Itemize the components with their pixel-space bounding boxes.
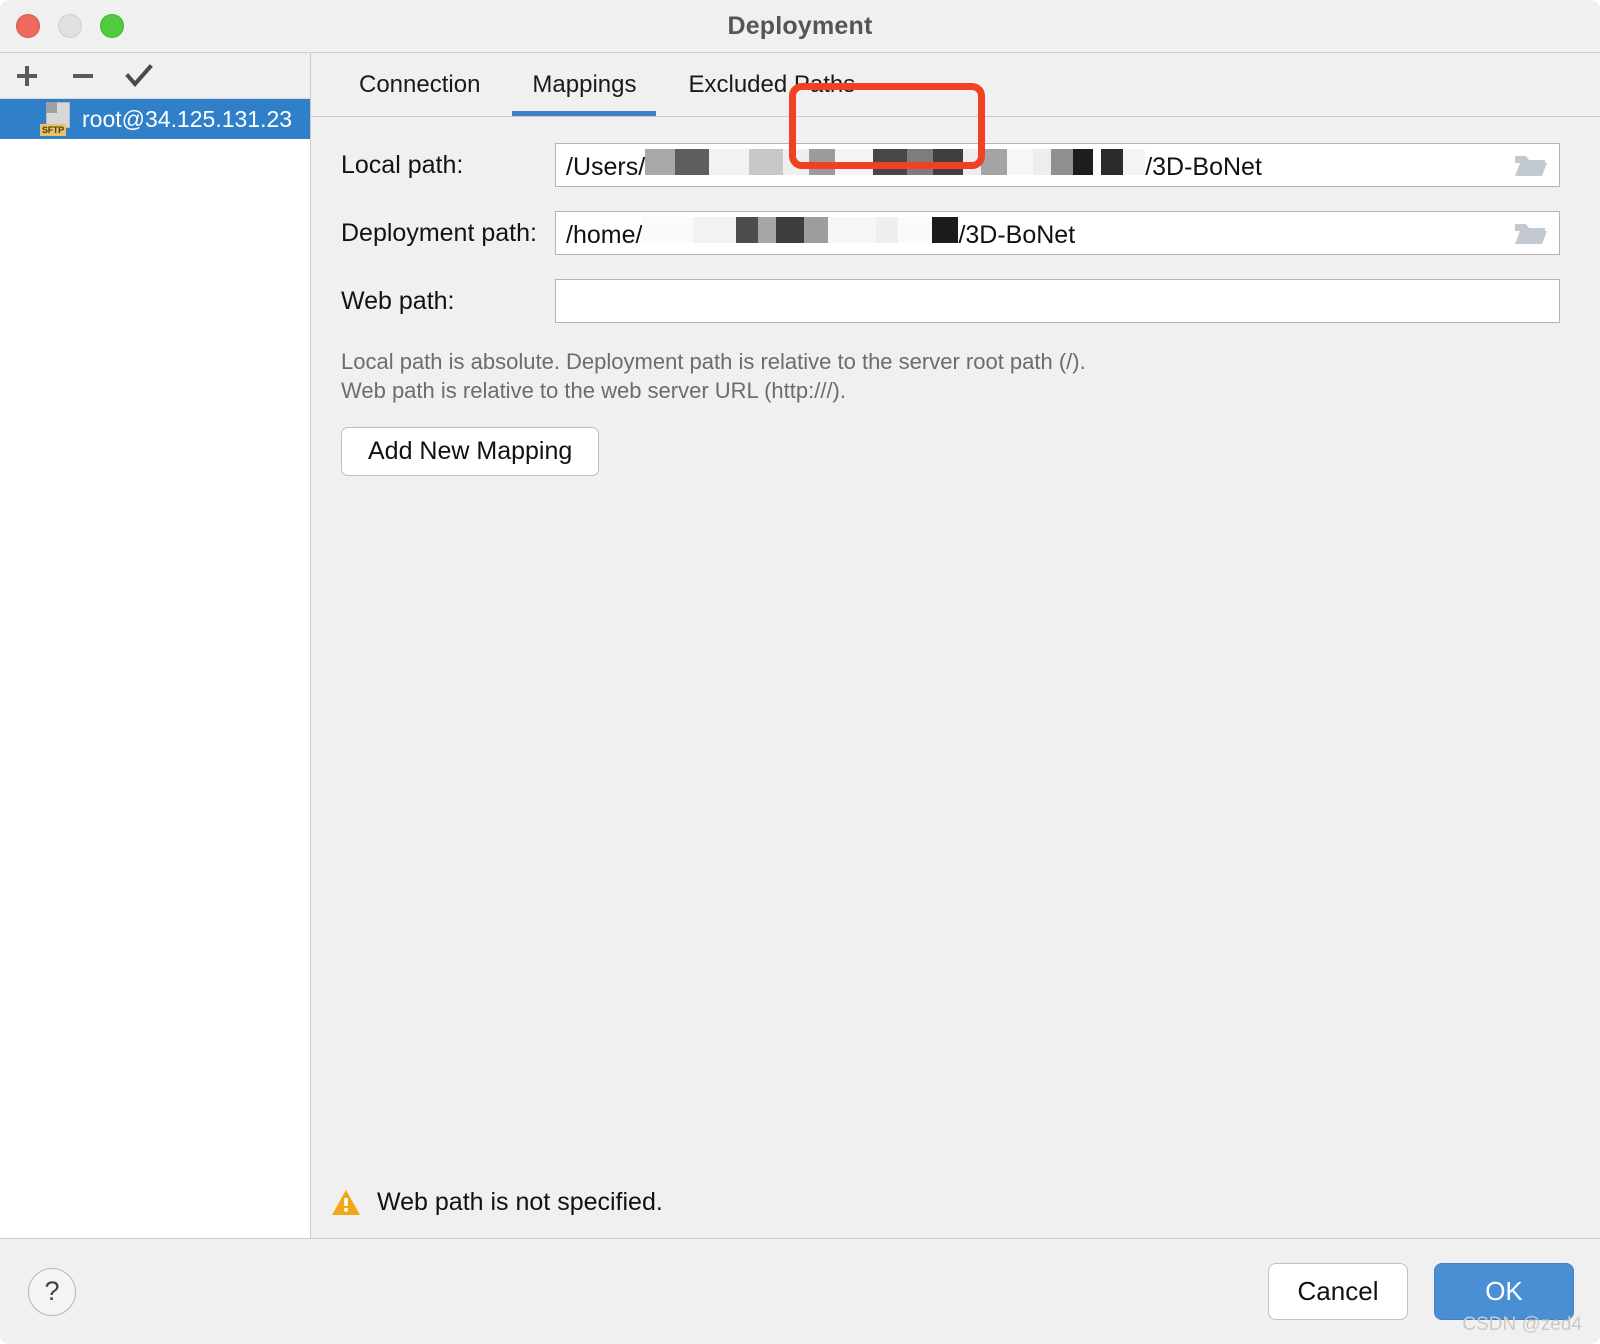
add-server-button[interactable] — [12, 61, 42, 91]
hint-line-2: Web path is relative to the web server U… — [341, 378, 846, 404]
sftp-icon: SFTP — [40, 102, 76, 136]
window-title: Deployment — [727, 11, 873, 40]
zoom-button[interactable] — [100, 14, 124, 38]
local-path-redacted-segment-2 — [1093, 148, 1146, 175]
warning-triangle-icon — [331, 1189, 361, 1216]
set-default-server-button[interactable] — [124, 61, 154, 91]
server-list-item[interactable]: SFTP root@34.125.131.23 — [0, 99, 310, 139]
dialog-footer: ? Cancel OK CSDN @zed4 — [0, 1238, 1600, 1344]
tab-connection-label: Connection — [359, 70, 481, 98]
remove-server-button[interactable] — [68, 61, 98, 91]
server-list-item-label: root@34.125.131.23 — [82, 105, 293, 132]
content-pane: Connection Mappings Excluded Paths Local… — [311, 53, 1600, 1238]
add-mapping-wrapper: Add New Mapping — [323, 427, 1560, 477]
deployment-dialog: Deployment SFTP root@34.125.131.23 Conne… — [0, 0, 1600, 1344]
window-controls — [16, 0, 124, 52]
watermark: CSDN @zed4 — [1462, 1314, 1582, 1335]
add-new-mapping-button[interactable]: Add New Mapping — [341, 427, 600, 477]
web-path-input[interactable] — [555, 279, 1560, 323]
footer-actions: Cancel OK — [1268, 1263, 1574, 1320]
server-list[interactable]: SFTP root@34.125.131.23 — [0, 99, 310, 1238]
tab-mappings[interactable]: Mappings — [506, 53, 662, 116]
validation-warning: Web path is not specified. — [311, 1166, 1600, 1238]
local-path-prefix: /Users/ — [566, 152, 646, 181]
deployment-path-suffix: /3D-BoNet — [958, 220, 1076, 249]
title-bar: Deployment — [0, 0, 1600, 52]
local-path-value: /Users/ /3D-BoNet — [566, 148, 1262, 182]
validation-warning-text: Web path is not specified. — [377, 1187, 663, 1216]
dialog-body: SFTP root@34.125.131.23 Connection Mappi… — [0, 52, 1600, 1238]
web-path-row: Web path: — [323, 279, 1560, 323]
mapping-hints: Local path is absolute. Deployment path … — [323, 347, 1560, 405]
local-path-browse-folder-icon[interactable] — [1513, 152, 1547, 178]
minimize-button[interactable] — [58, 14, 82, 38]
local-path-label: Local path: — [341, 150, 464, 179]
ok-button[interactable]: OK — [1434, 1263, 1574, 1320]
sftp-badge-label: SFTP — [40, 124, 66, 136]
mappings-form: Local path: /Users/ /3D-BoNet Deployment… — [311, 117, 1600, 1166]
help-button[interactable]: ? — [28, 1267, 76, 1316]
web-path-label: Web path: — [341, 286, 455, 315]
deployment-path-redacted-segment — [642, 216, 933, 243]
local-path-redacted-segment — [645, 148, 1094, 175]
local-path-row: Local path: /Users/ /3D-BoNet — [323, 143, 1560, 187]
local-path-input[interactable]: /Users/ /3D-BoNet — [555, 143, 1560, 187]
tab-excluded-paths-label: Excluded Paths — [688, 70, 856, 98]
local-path-suffix: /3D-BoNet — [1145, 152, 1262, 181]
deployment-path-value: /home/ /3D-BoNet — [566, 216, 1076, 250]
tab-connection[interactable]: Connection — [333, 53, 506, 116]
hint-line-1: Local path is absolute. Deployment path … — [341, 349, 1086, 374]
deployment-path-row: Deployment path: /home/ /3D-BoNet — [323, 211, 1560, 255]
sidebar-toolbar — [0, 53, 310, 99]
cancel-button[interactable]: Cancel — [1268, 1263, 1408, 1320]
server-sidebar: SFTP root@34.125.131.23 — [0, 53, 311, 1238]
deployment-path-browse-folder-icon[interactable] — [1513, 220, 1547, 246]
deployment-path-prefix: /home/ — [566, 220, 643, 249]
deployment-path-label: Deployment path: — [341, 218, 537, 247]
tab-excluded-paths[interactable]: Excluded Paths — [662, 53, 881, 116]
tab-mappings-label: Mappings — [532, 70, 637, 98]
deployment-path-redacted-segment-2 — [932, 216, 959, 243]
tab-bar: Connection Mappings Excluded Paths — [311, 53, 1600, 117]
close-button[interactable] — [16, 14, 40, 38]
deployment-path-input[interactable]: /home/ /3D-BoNet — [555, 211, 1560, 255]
